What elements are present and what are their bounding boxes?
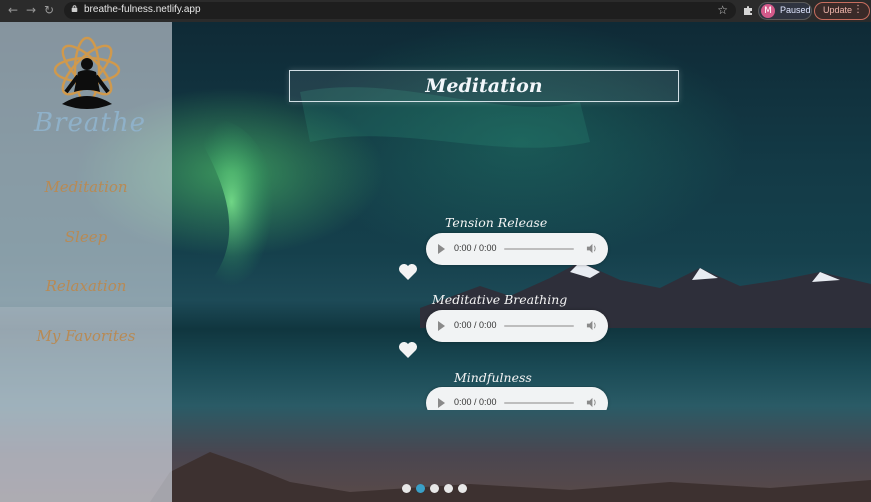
profile-status: Paused (780, 5, 811, 15)
track-title: Tension Release (445, 215, 548, 230)
volume-icon[interactable] (586, 320, 597, 331)
nav-my-favorites[interactable]: My Favorites (0, 327, 172, 345)
address-bar[interactable]: breathe-fulness.netlify.app ☆ (64, 2, 736, 19)
more-menu-icon[interactable]: ⋮ (853, 4, 863, 15)
audio-progress-slider[interactable] (504, 248, 574, 250)
sidebar: Breathe Meditation Sleep Relaxation My F… (0, 22, 172, 502)
update-button[interactable]: Update ⋮ (814, 2, 870, 20)
carousel-dot-active[interactable] (416, 484, 425, 493)
nav-sleep[interactable]: Sleep (0, 228, 172, 246)
browser-toolbar: ← → ↻ breathe-fulness.netlify.app ☆ M Pa… (0, 0, 871, 23)
update-label: Update (823, 5, 853, 15)
play-icon[interactable] (438, 398, 445, 408)
audio-time: 0:00 / 0:00 (454, 397, 497, 407)
favorite-heart-icon[interactable] (398, 341, 418, 359)
carousel-dot[interactable] (458, 484, 467, 493)
profile-button[interactable]: M Paused (758, 2, 812, 20)
nav-relaxation[interactable]: Relaxation (0, 277, 172, 295)
audio-progress-slider[interactable] (504, 402, 574, 404)
reload-icon[interactable]: ↻ (42, 3, 56, 17)
carousel-dot[interactable] (402, 484, 411, 493)
page-title-box: Meditation (289, 70, 679, 102)
track-title: Meditative Breathing (432, 292, 568, 307)
carousel-dot[interactable] (430, 484, 439, 493)
audio-player-clip: 0:00 / 0:00 (420, 386, 616, 410)
logo-text: Breathe (34, 108, 147, 138)
play-icon[interactable] (438, 321, 445, 331)
audio-time: 0:00 / 0:00 (454, 320, 497, 330)
audio-player[interactable]: 0:00 / 0:00 (426, 310, 608, 342)
avatar: M (761, 4, 775, 18)
audio-progress-slider[interactable] (504, 325, 574, 327)
volume-icon[interactable] (586, 397, 597, 408)
page-title: Meditation (425, 75, 543, 97)
audio-player[interactable]: 0:00 / 0:00 (426, 387, 608, 410)
volume-icon[interactable] (586, 243, 597, 254)
play-icon[interactable] (438, 244, 445, 254)
audio-time: 0:00 / 0:00 (454, 243, 497, 253)
bookmark-star-icon[interactable]: ☆ (717, 3, 728, 17)
lock-icon (71, 5, 78, 12)
forward-arrow-icon[interactable]: → (24, 3, 38, 17)
url-text: breathe-fulness.netlify.app (84, 4, 201, 15)
nav-meditation[interactable]: Meditation (0, 178, 172, 196)
carousel-dot[interactable] (444, 484, 453, 493)
back-arrow-icon[interactable]: ← (6, 3, 20, 17)
extensions-puzzle-icon[interactable] (742, 4, 754, 16)
shore-rocks-decoration (150, 452, 871, 502)
favorite-heart-icon[interactable] (398, 263, 418, 281)
audio-player[interactable]: 0:00 / 0:00 (426, 233, 608, 265)
track-title: Mindfulness (454, 370, 532, 385)
